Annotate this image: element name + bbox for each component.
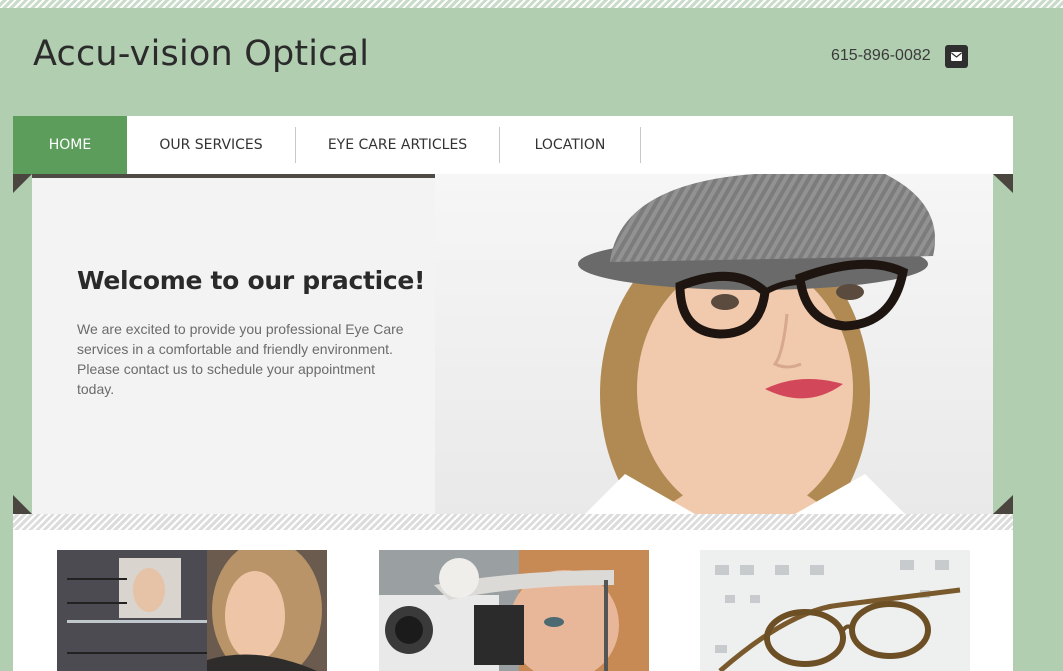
thumbnail-glasses-on-chart[interactable] (700, 550, 970, 671)
main-navigation: HOME OUR SERVICES EYE CARE ARTICLES LOCA… (13, 116, 1013, 174)
top-stripe-decoration (0, 0, 1063, 8)
hero-paragraph: We are excited to provide you profession… (77, 321, 404, 397)
thumbnail-section (13, 530, 1013, 671)
ribbon-fold-top-right (993, 174, 1013, 193)
email-button[interactable] (945, 45, 968, 68)
site-title[interactable]: Accu-vision Optical (33, 34, 369, 74)
ribbon-fold-bottom-left (13, 495, 32, 514)
ribbon-fold-top-left (13, 174, 32, 193)
phone-number: 615-896-0082 (831, 47, 931, 64)
nav-our-services[interactable]: OUR SERVICES (127, 116, 295, 174)
hero-top-shadow (32, 174, 435, 178)
hero-photo-woman-glasses (435, 174, 993, 514)
thumbnail-eyewear-shopping[interactable] (57, 550, 327, 671)
hero-heading: Welcome to our practice! (77, 266, 426, 295)
thumbnail-eye-exam[interactable] (379, 550, 649, 671)
ribbon-fold-bottom-right (993, 495, 1013, 514)
nav-location[interactable]: LOCATION (500, 116, 640, 174)
nav-home[interactable]: HOME (13, 116, 127, 174)
envelope-icon (951, 52, 962, 61)
section-stripe-decoration (13, 514, 1013, 530)
hero-banner: Welcome to our practice! We are excited … (32, 174, 993, 514)
nav-divider (640, 127, 641, 163)
nav-eye-care-articles[interactable]: EYE CARE ARTICLES (296, 116, 499, 174)
